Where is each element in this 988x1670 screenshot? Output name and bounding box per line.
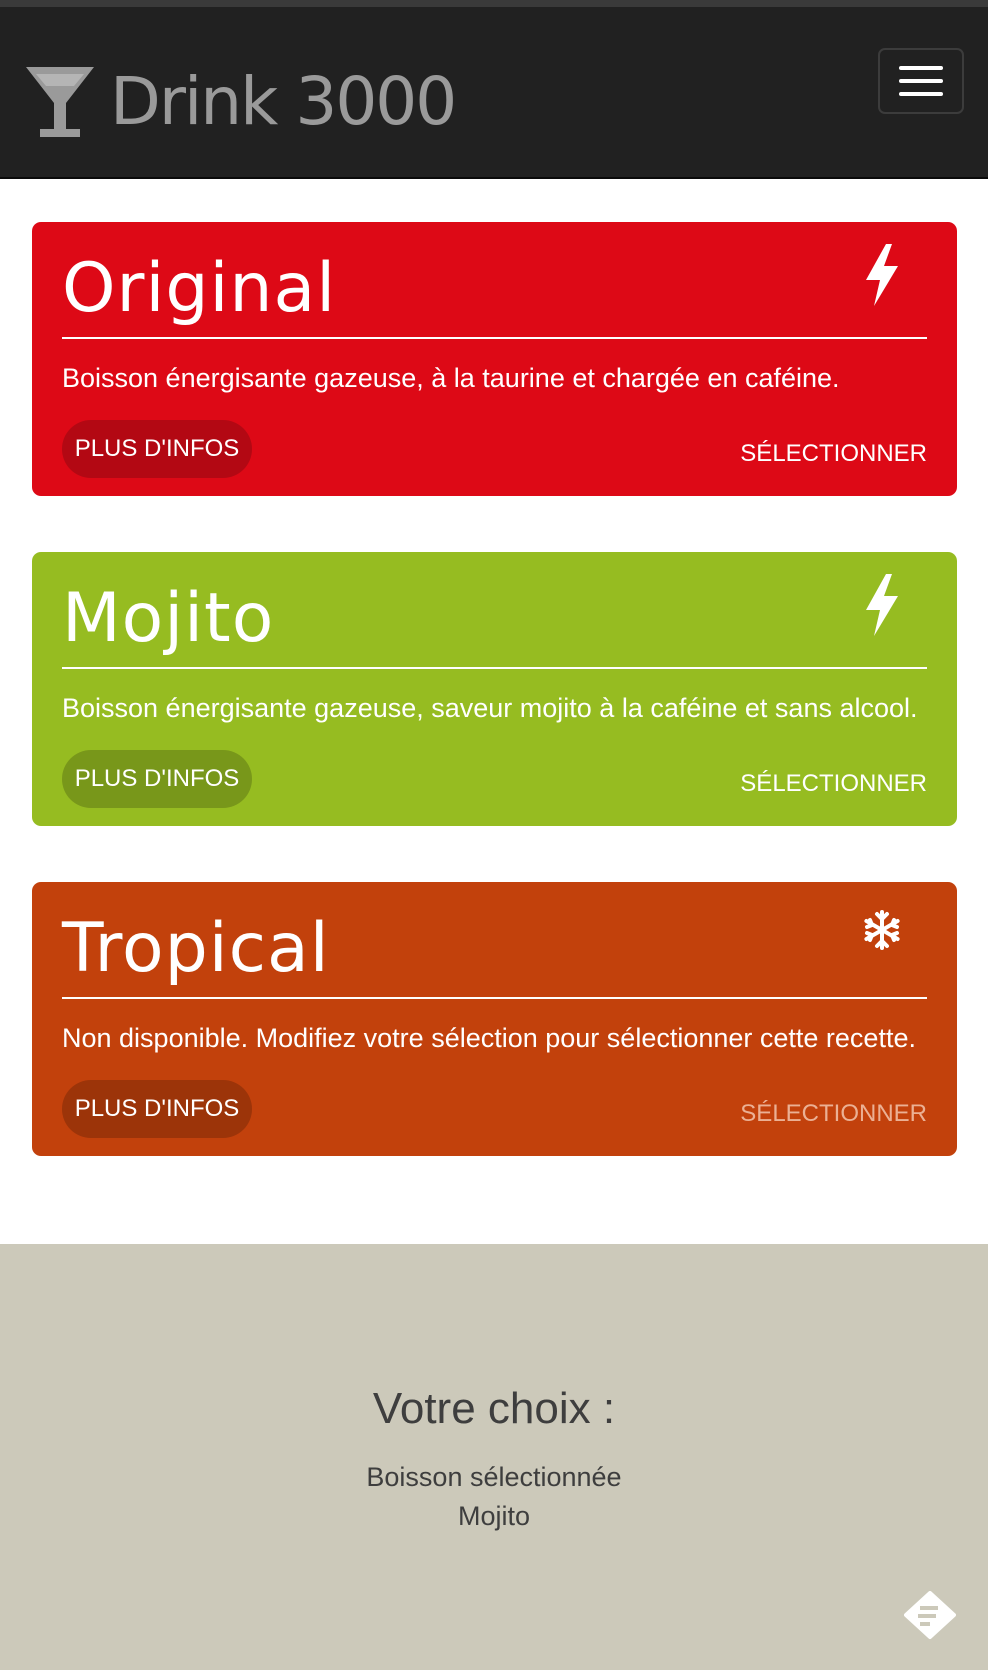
hamburger-icon-bar bbox=[899, 79, 943, 83]
menu-toggle-button[interactable] bbox=[878, 48, 964, 114]
top-edge bbox=[0, 0, 988, 7]
lightning-icon bbox=[866, 574, 898, 636]
card-divider bbox=[62, 997, 927, 999]
drink-card-original: Original Boisson énergisante gazeuse, à … bbox=[32, 222, 957, 496]
selected-drink-value: Mojito bbox=[457, 1501, 531, 1531]
card-divider bbox=[62, 667, 927, 669]
more-info-button[interactable]: PLUS D'INFOS bbox=[62, 750, 252, 808]
drink-title: Original bbox=[62, 249, 337, 328]
drink-card-tropical: Tropical Non disponible. Modifiez votre … bbox=[32, 882, 957, 1156]
drink-title: Tropical bbox=[62, 909, 330, 988]
select-button[interactable]: SÉLECTIONNER bbox=[740, 440, 927, 468]
hamburger-icon-bar bbox=[899, 66, 943, 70]
navbar: Drink 3000 bbox=[0, 7, 988, 179]
more-info-button[interactable]: PLUS D'INFOS bbox=[62, 1080, 252, 1138]
select-button[interactable]: SÉLECTIONNER bbox=[740, 770, 927, 798]
feedback-icon[interactable] bbox=[904, 1591, 956, 1641]
selection-summary: Votre choix : Boisson sélectionnée Mojit… bbox=[0, 1244, 988, 1670]
select-button-disabled[interactable]: SÉLECTIONNER bbox=[740, 1100, 927, 1128]
card-divider bbox=[62, 337, 927, 339]
brand[interactable]: Drink 3000 bbox=[26, 57, 457, 147]
app-title: Drink 3000 bbox=[110, 63, 457, 140]
drink-title: Mojito bbox=[62, 579, 275, 658]
cocktail-glass-icon bbox=[26, 67, 94, 137]
snowflake-icon bbox=[864, 910, 900, 950]
summary-heading: Votre choix : bbox=[372, 1384, 616, 1433]
drink-description: Non disponible. Modifiez votre sélection… bbox=[62, 1023, 916, 1053]
drink-description: Boisson énergisante gazeuse, à la taurin… bbox=[62, 363, 840, 393]
more-info-button[interactable]: PLUS D'INFOS bbox=[62, 420, 252, 478]
hamburger-icon-bar bbox=[899, 92, 943, 96]
drink-card-mojito: Mojito Boisson énergisante gazeuse, save… bbox=[32, 552, 957, 826]
selected-drink-label: Boisson sélectionnée bbox=[366, 1462, 622, 1492]
drink-description: Boisson énergisante gazeuse, saveur moji… bbox=[62, 693, 918, 723]
lightning-icon bbox=[866, 244, 898, 306]
